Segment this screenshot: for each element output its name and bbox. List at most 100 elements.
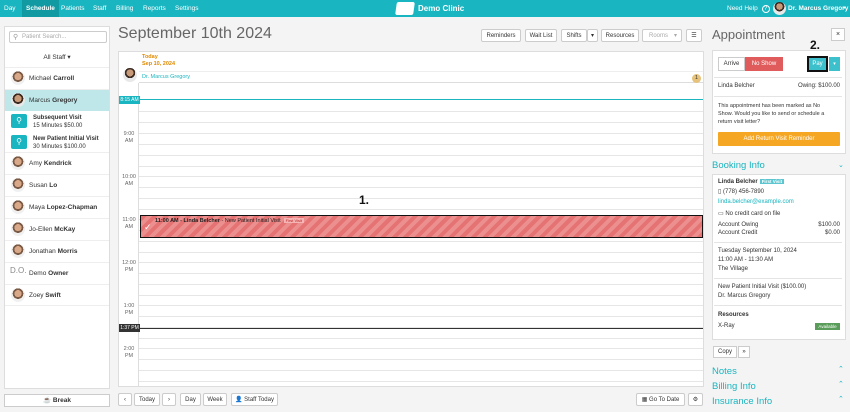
search-icon: ⚲ bbox=[11, 135, 27, 149]
no-show-button[interactable]: No Show bbox=[745, 57, 783, 71]
staff-item-selected[interactable]: Marcus Gregory bbox=[5, 89, 109, 111]
chevron-up-icon[interactable]: ⌃ bbox=[838, 380, 844, 388]
patient-email-link[interactable]: linda.belcher@example.com bbox=[718, 199, 794, 205]
appointment-type-item[interactable]: ⚲ New Patient Initial Visit 30 Minutes $… bbox=[5, 133, 109, 153]
insurance-info-header[interactable]: Insurance Info bbox=[712, 396, 772, 407]
staff-avatar bbox=[11, 288, 25, 302]
settings-gear-icon[interactable]: ⚙ bbox=[688, 393, 703, 406]
staff-item[interactable]: D.O. Demo Owner bbox=[5, 262, 109, 284]
divider bbox=[714, 242, 842, 243]
nav-reports[interactable]: Reports bbox=[143, 0, 166, 17]
chevron-down-icon[interactable]: ⌄ bbox=[838, 161, 844, 169]
nav-billing[interactable]: Billing bbox=[116, 0, 133, 17]
divider bbox=[714, 305, 842, 306]
coffee-icon: ☕ bbox=[43, 397, 52, 404]
user-menu[interactable]: Dr. Marcus Gregory bbox=[788, 0, 848, 17]
shifts-dropdown-chevron-icon[interactable]: ▾ bbox=[587, 29, 598, 42]
notes-header[interactable]: Notes bbox=[712, 366, 737, 377]
calendar-date-title: September 10th 2024 bbox=[118, 25, 272, 42]
staff-avatar bbox=[11, 156, 25, 170]
nav-schedule[interactable]: Schedule bbox=[22, 0, 59, 17]
staff-item[interactable]: Zoey Swift bbox=[5, 284, 109, 306]
start-time-line bbox=[139, 99, 703, 100]
grid-line bbox=[139, 209, 703, 210]
appointment-date: Tuesday September 10, 2024 bbox=[718, 248, 797, 254]
appointment-type-item[interactable]: ⚲ Subsequent Visit 15 Minutes $50.00 bbox=[5, 112, 109, 132]
divider bbox=[714, 77, 842, 78]
double-chevron-right-icon[interactable]: » bbox=[738, 346, 750, 358]
grid-line bbox=[139, 262, 703, 263]
hour-label: 10:00 AM bbox=[122, 174, 136, 187]
staff-item[interactable]: Maya Lopez-Chapman bbox=[5, 196, 109, 218]
staff-item[interactable]: Amy Kendrick bbox=[5, 152, 109, 174]
staff-today-button[interactable]: 👤 Staff Today bbox=[231, 393, 278, 406]
grid-line bbox=[139, 241, 703, 242]
annotation-1: 1. bbox=[359, 193, 370, 207]
staff-initials-avatar: D.O. bbox=[10, 266, 27, 275]
day-view-button[interactable]: Day bbox=[180, 393, 201, 406]
user-avatar[interactable] bbox=[773, 2, 786, 15]
grid-line bbox=[139, 133, 703, 134]
help-icon: ? bbox=[761, 5, 770, 13]
pay-dropdown-chevron-icon[interactable]: ▾ bbox=[829, 57, 840, 71]
grid-line bbox=[139, 198, 703, 199]
grid-line bbox=[139, 370, 703, 371]
staff-avatar bbox=[11, 71, 25, 85]
nav-settings[interactable]: Settings bbox=[175, 0, 199, 17]
staff-item[interactable]: Jonathan Morris bbox=[5, 240, 109, 262]
grid-line bbox=[139, 187, 703, 188]
grid-line bbox=[139, 155, 703, 156]
hour-label: 9:00 AM bbox=[123, 131, 135, 144]
grid-line bbox=[139, 176, 703, 177]
close-icon[interactable]: × bbox=[831, 28, 845, 41]
nav-patients[interactable]: Patients bbox=[61, 0, 85, 17]
start-time-chip: 8:15 AM bbox=[119, 96, 140, 104]
current-time-line bbox=[139, 328, 703, 329]
arrive-button[interactable]: Arrive bbox=[718, 57, 745, 71]
appointment-panel-title: Appointment bbox=[712, 27, 785, 42]
rooms-select[interactable]: Rooms ▾ bbox=[642, 29, 682, 42]
next-day-chevron-icon[interactable]: › bbox=[162, 393, 176, 406]
grid-line bbox=[139, 359, 703, 360]
staff-avatar bbox=[11, 244, 25, 258]
go-to-date-button[interactable]: ▦ Go To Date bbox=[636, 393, 685, 406]
user-menu-chevron-icon[interactable]: ▾ bbox=[843, 0, 846, 17]
chevron-up-icon[interactable]: ⌃ bbox=[838, 365, 844, 373]
billing-info-header[interactable]: Billing Info bbox=[712, 381, 756, 392]
staff-avatar bbox=[11, 93, 25, 107]
grid-line bbox=[139, 111, 703, 112]
available-badge: Available bbox=[815, 323, 840, 330]
today-button[interactable]: Today bbox=[134, 393, 160, 406]
grid-line bbox=[139, 122, 703, 123]
list-view-icon[interactable]: ☰ bbox=[686, 29, 702, 42]
appointment-block[interactable]: ✓ 11:00 AM - Linda Belcher - New Patient… bbox=[140, 215, 703, 238]
shifts-button[interactable]: Shifts bbox=[561, 29, 587, 42]
reminders-button[interactable]: Reminders bbox=[481, 29, 521, 42]
copy-button[interactable]: Copy bbox=[713, 346, 737, 358]
person-icon: 👤 bbox=[235, 397, 243, 403]
booking-info-header[interactable]: Booking Info bbox=[712, 160, 765, 171]
prev-day-chevron-icon[interactable]: ‹ bbox=[118, 393, 132, 406]
waitlist-button[interactable]: Wait List bbox=[525, 29, 557, 42]
resources-button[interactable]: Resources bbox=[601, 29, 639, 42]
staff-item[interactable]: Susan Lo bbox=[5, 174, 109, 196]
add-return-visit-reminder-button[interactable]: Add Return Visit Reminder bbox=[718, 132, 840, 146]
divider bbox=[714, 96, 842, 97]
week-view-button[interactable]: Week bbox=[203, 393, 227, 406]
patient-search-input[interactable]: ⚲ Patient Search... bbox=[9, 31, 107, 43]
calendar-grid[interactable]: Today Sep 10, 2024 Dr. Marcus Gregory 1 8… bbox=[118, 51, 704, 387]
help-link[interactable]: Need Help ? bbox=[727, 0, 770, 17]
chevron-up-icon[interactable]: ⌃ bbox=[838, 395, 844, 403]
booking-patient-name[interactable]: Linda Belcher First Visit bbox=[718, 179, 785, 185]
nav-day[interactable]: Day bbox=[4, 0, 16, 17]
staff-item[interactable]: Michael Carroll bbox=[5, 67, 109, 89]
pay-button[interactable]: Pay bbox=[807, 56, 828, 72]
no-card-text: ▭ No credit card on file bbox=[718, 211, 781, 217]
staff-filter-select[interactable]: All Staff ▾ bbox=[5, 53, 109, 61]
nav-staff[interactable]: Staff bbox=[93, 0, 106, 17]
staff-item[interactable]: Jo-Ellen McKay bbox=[5, 218, 109, 240]
check-icon: ✓ bbox=[144, 222, 152, 232]
appointment-label: 11:00 AM - Linda Belcher - New Patient I… bbox=[155, 218, 305, 224]
visit-type: New Patient Initial Visit ($100.00) bbox=[718, 284, 807, 290]
break-button[interactable]: ☕ Break bbox=[4, 394, 110, 407]
